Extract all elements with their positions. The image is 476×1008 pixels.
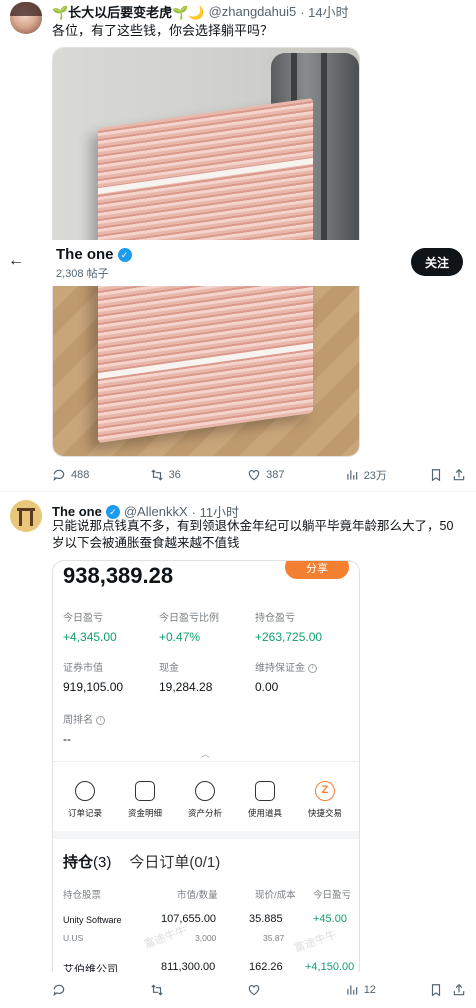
- stat-today-pl: 今日盈亏 +4,345.00: [63, 613, 117, 644]
- profile-post-count: 2,308 帖子: [56, 268, 109, 280]
- views-button[interactable]: 23万: [345, 467, 429, 483]
- reply-icon: [52, 468, 66, 482]
- bookmark-icon: [429, 468, 443, 482]
- views-button[interactable]: 12: [345, 983, 429, 997]
- views-icon: [345, 983, 359, 997]
- bookmark-button[interactable]: [429, 468, 452, 482]
- stat-today-pl-ratio: 今日盈亏比例 +0.47%: [159, 613, 219, 644]
- author-avatar[interactable]: [10, 2, 42, 34]
- verified-icon: ✓: [105, 504, 120, 519]
- tab-positions[interactable]: 持仓(3): [63, 851, 111, 872]
- reply-button[interactable]: 488: [52, 468, 150, 482]
- retweet-icon: [150, 983, 164, 997]
- share-icon: [452, 983, 466, 997]
- profile-card: The one ✓ 2,308 帖子: [52, 240, 360, 286]
- views-icon: [345, 468, 359, 482]
- bookmark-icon: [429, 983, 443, 997]
- verified-icon: ✓: [117, 247, 132, 262]
- stock-name: Unity Software: [63, 915, 122, 925]
- stock-cost: 35.87: [263, 933, 285, 943]
- col-header-value: 市值/数量: [177, 890, 218, 901]
- tweet-1-actions: 488 36 387 23万: [52, 465, 466, 485]
- tweet-text: 只能说那点钱真不多，有到领退休金年纪可以躺平毕竟年龄那么大了，50岁以下会被通胀…: [52, 519, 454, 550]
- document-icon: [135, 781, 155, 801]
- tweet-time[interactable]: · 14小时: [300, 2, 348, 21]
- quick-fund-details[interactable]: 资金明细: [115, 781, 175, 819]
- author-avatar[interactable]: [10, 500, 42, 532]
- stock-today-pl: +4,150.00: [305, 961, 355, 972]
- stock-qty: 3,000: [195, 933, 217, 943]
- col-header-stock: 持仓股票: [63, 890, 102, 901]
- author-handle[interactable]: @AllenkkX: [124, 504, 188, 519]
- like-button[interactable]: 387: [247, 468, 345, 482]
- section-divider: [53, 831, 359, 839]
- broker-screenshot[interactable]: 938,389.28 分享 今日盈亏 +4,345.00 今日盈亏比例 +0.47%…: [52, 560, 360, 972]
- back-arrow-icon[interactable]: ←: [8, 252, 24, 270]
- share-button[interactable]: [452, 983, 466, 997]
- col-header-price: 现价/成本: [255, 890, 296, 901]
- watermark: 富途牛牛: [292, 928, 339, 956]
- profile-name[interactable]: The one: [56, 246, 114, 263]
- bookmark-button[interactable]: [429, 983, 452, 997]
- col-header-pl: 今日盈亏: [313, 890, 352, 901]
- stock-market-value: 107,655.00: [161, 913, 217, 925]
- wallet-icon: [255, 781, 275, 801]
- position-tabs: 持仓(3) 今日订单(0/1): [63, 851, 220, 872]
- section-divider: [53, 761, 359, 762]
- view-count: 23万: [363, 470, 387, 482]
- tab-today-orders[interactable]: 今日订单(0/1): [129, 851, 220, 872]
- retweet-button[interactable]: [150, 983, 248, 997]
- money-band: [98, 342, 313, 380]
- tweet-2-actions: 12: [52, 980, 466, 1000]
- info-icon: i: [95, 715, 105, 725]
- stat-weekly-rank: 周排名 i --: [63, 711, 105, 746]
- profile-name-row: The one ✓: [56, 246, 356, 263]
- tweet-divider: [0, 491, 476, 492]
- quick-use-props[interactable]: 使用道具: [235, 781, 295, 819]
- torii-gate-icon: [17, 508, 35, 526]
- pie-chart-icon: [195, 781, 215, 801]
- stat-position-pl: 持仓盈亏 +263,725.00: [255, 613, 323, 644]
- like-count: 387: [266, 469, 285, 481]
- stock-market-value: 811,300.00: [161, 961, 216, 972]
- heart-icon: [247, 468, 261, 482]
- tweet-header: 🌱长大以后要变老虎🌱🌙 @zhangdahui5 · 14小时: [52, 2, 349, 21]
- quick-trade[interactable]: Z 快捷交易: [295, 781, 355, 819]
- retweet-count: 36: [168, 469, 181, 481]
- share-pill: 分享: [285, 561, 349, 579]
- stock-today-pl: +45.00: [313, 913, 347, 925]
- stock-code: U.US: [63, 933, 84, 943]
- stat-market-value: 证券市值 919,105.00: [63, 663, 124, 694]
- stock-name: 艾伯维公司: [63, 964, 118, 972]
- stock-price: 35.885: [249, 913, 283, 925]
- total-assets: 938,389.28: [63, 563, 174, 588]
- reply-icon: [52, 983, 66, 997]
- like-button[interactable]: [247, 983, 345, 997]
- view-count: 12: [363, 984, 376, 996]
- follow-button[interactable]: 关注: [411, 248, 463, 276]
- retweet-button[interactable]: 36: [150, 468, 248, 482]
- money-band: [98, 157, 313, 195]
- stock-price: 162.26: [249, 961, 283, 972]
- quick-asset-analysis[interactable]: 资产分析: [175, 781, 235, 819]
- share-icon: [452, 468, 466, 482]
- stat-margin: 维持保证金 i 0.00: [255, 659, 317, 694]
- author-display-name[interactable]: 🌱长大以后要变老虎🌱🌙: [52, 2, 205, 21]
- quick-order-history[interactable]: 订单记录: [55, 781, 115, 819]
- quick-trade-icon: Z: [315, 781, 335, 801]
- author-handle[interactable]: @zhangdahui5: [209, 4, 297, 19]
- author-display-name[interactable]: The one: [52, 504, 102, 519]
- reply-button[interactable]: [52, 983, 150, 997]
- tweet-text: 各位，有了这些钱，你会选择躺平吗？: [52, 23, 274, 38]
- reply-count: 488: [71, 469, 90, 481]
- clock-icon: [75, 781, 95, 801]
- info-icon: i: [307, 663, 317, 673]
- share-button[interactable]: [452, 468, 466, 482]
- heart-icon: [247, 983, 261, 997]
- stat-cash: 现金 19,284.28: [159, 663, 213, 694]
- chevron-up-icon[interactable]: ︿: [201, 747, 210, 760]
- retweet-icon: [150, 468, 164, 482]
- watermark: 富途牛牛: [142, 924, 189, 952]
